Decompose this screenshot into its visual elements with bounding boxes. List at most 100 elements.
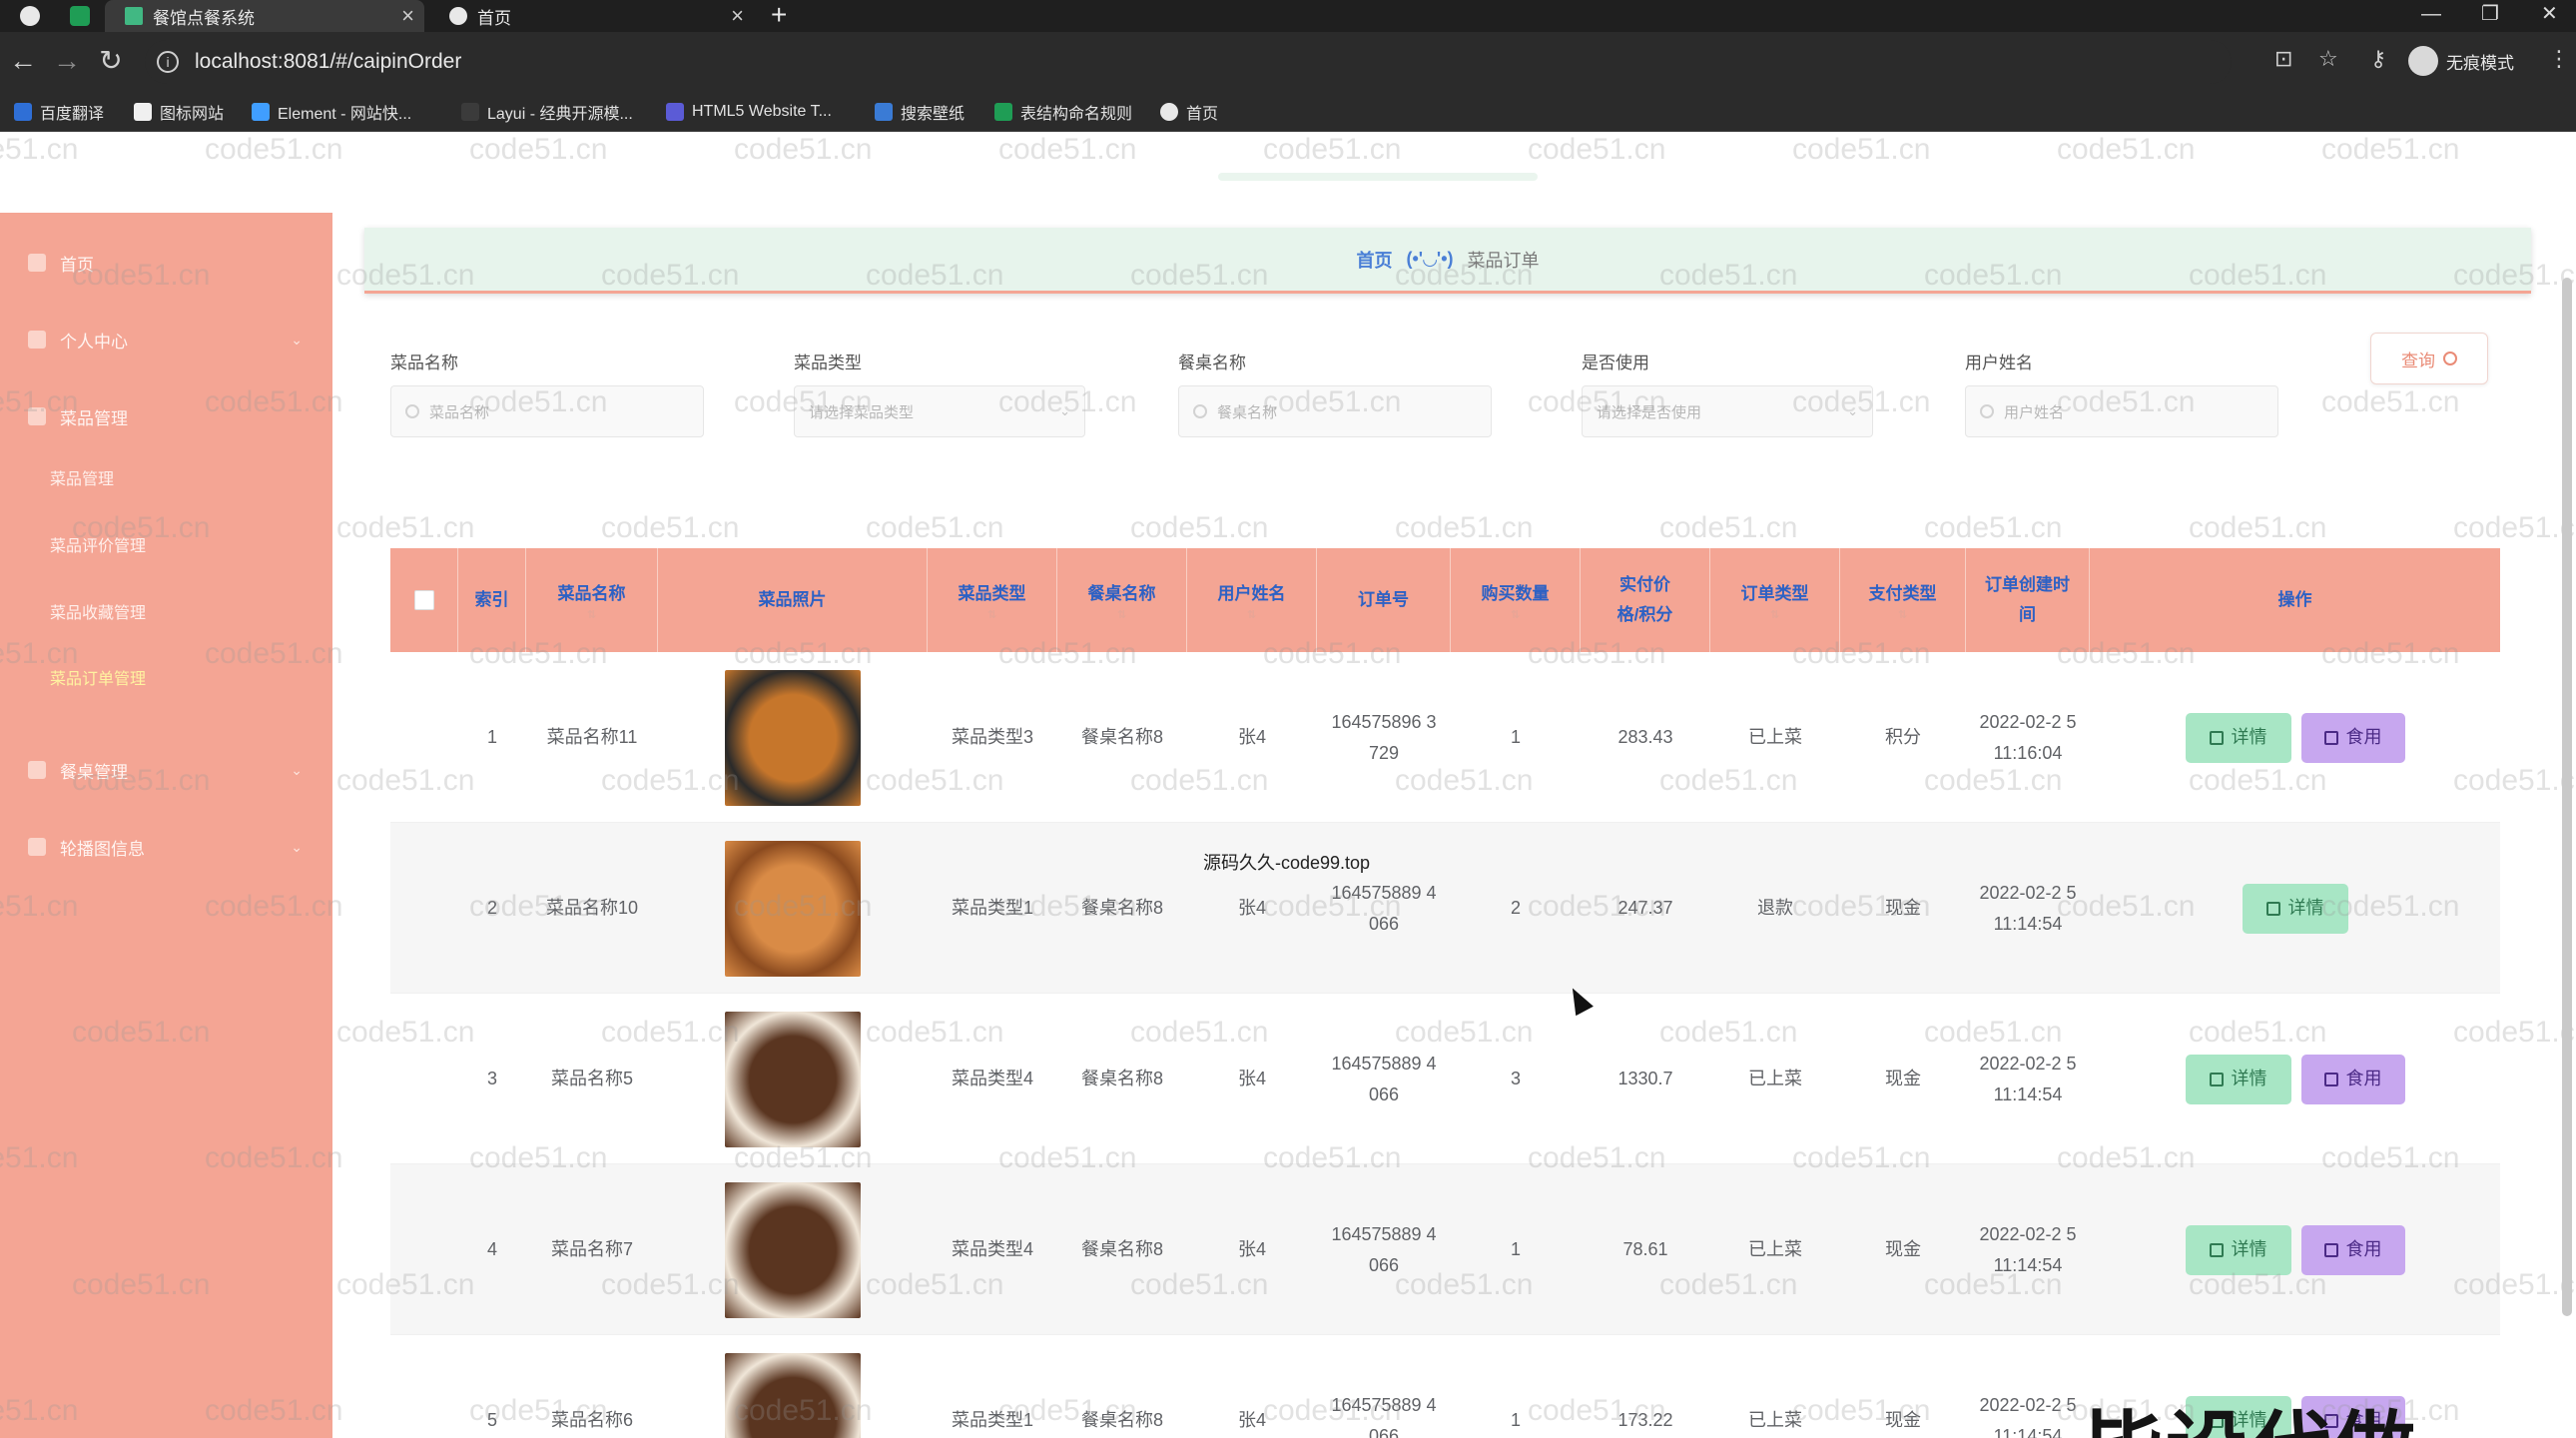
table-name-input[interactable]: 餐桌名称 [1178,385,1492,437]
back-icon[interactable]: ← [6,44,40,78]
dish-photo[interactable] [725,669,861,806]
restore-icon[interactable]: ❐ [2481,0,2499,32]
table-row[interactable]: 2 菜品名称10 菜品类型1 餐桌名称8 张4 164575889 4066 2 247.37… [390,823,2500,994]
dish-name-input[interactable]: 菜品名称 [390,385,704,437]
browser-icon[interactable] [20,6,40,26]
food-button[interactable]: 食用 [2300,712,2405,763]
table-row[interactable]: 1 菜品名称11 菜品类型3 餐桌名称8 张4 164575896 3729 1 283.43… [390,652,2500,823]
detail-button[interactable]: 详情 [2185,712,2291,763]
cell-text: 现金 [1885,1239,1921,1259]
column-header[interactable]: 菜品类型 ⇅ [928,548,1057,652]
translate-icon[interactable]: ⊡ [2274,46,2292,72]
column-header[interactable]: 支付类型 ⇅ [1840,548,1966,652]
sidebar-item-table-management[interactable]: 餐桌管理 ⌄ [0,740,332,800]
new-tab-button[interactable]: + [771,0,787,32]
overlay-text: 源码久久-code99.top [1203,853,1371,873]
bookmark-star-icon[interactable]: ☆ [2318,46,2338,72]
bookmark-item[interactable]: Element - 网站快... [252,92,411,132]
dish-photo[interactable] [725,1181,861,1318]
sidebar-subitem-dish[interactable]: 菜品管理 [50,465,114,489]
key-icon[interactable]: ⚷ [2370,46,2386,72]
detail-button[interactable]: 详情 [2242,883,2348,934]
detail-button[interactable]: 详情 [2185,1054,2291,1104]
sidebar-item-carousel[interactable]: 轮播图信息 ⌄ [0,817,332,877]
sort-icon[interactable]: ⇅ [1770,609,1779,621]
operations-cell: 详情 食用 [2090,994,2500,1164]
query-button[interactable]: 查询 [2370,333,2488,384]
column-header[interactable]: 用户姓名 ⇅ [1187,548,1317,652]
table-row[interactable]: 4 菜品名称7 菜品类型4 餐桌名称8 张4 164575889 4066 1 78.61 已上… [390,1164,2500,1335]
dish-photo[interactable] [725,1011,861,1147]
column-header[interactable]: 菜品名称 ⇅ [526,548,658,652]
sidebar-item-dish-management[interactable]: 菜品管理 [0,386,332,446]
reload-icon[interactable]: ↻ [94,44,128,78]
bookmark-item[interactable]: Layui - 经典开源模... [461,92,633,132]
sort-icon[interactable]: ⇅ [587,609,596,621]
url-field[interactable]: i localhost:8081/#/caipinOrder [145,40,2232,84]
detail-button[interactable]: 详情 [2185,1224,2291,1275]
filter-label-dish-name: 菜品名称 [390,354,458,372]
browser-tab[interactable]: 首页 × [439,0,754,32]
cell-text: 247.37 [1617,898,1673,918]
search-icon [1193,404,1207,418]
incognito-indicator[interactable]: 无痕模式 [2408,46,2514,76]
sidebar-subitem-dish-review[interactable]: 菜品评价管理 [50,532,146,556]
cell-text: 2022-02-2 5 11:14:54 [1979,1394,2077,1438]
sort-icon[interactable]: ⇅ [1117,609,1126,621]
scrollbar[interactable] [2562,278,2572,1316]
close-icon[interactable]: × [401,3,414,29]
cell-text: 2022-02-2 5 11:14:54 [1979,1053,2077,1104]
browser-tab-active[interactable]: 餐馆点餐系统 × [105,0,424,32]
column-header[interactable]: 菜品照片 [658,548,928,652]
cell-text: 菜品名称6 [550,1410,633,1430]
minimize-icon[interactable]: — [2421,0,2441,32]
sidebar-subitem-dish-favorite[interactable]: 菜品收藏管理 [50,599,146,623]
dish-photo[interactable] [725,840,861,977]
bookmark-item[interactable]: 搜索壁纸 [875,92,965,132]
sort-icon[interactable]: ⇅ [987,609,996,621]
sort-icon[interactable]: ⇅ [1247,609,1256,621]
column-header[interactable]: 订单类型 ⇅ [1710,548,1840,652]
app-page: 首页 个人中心 ⌄ 菜品管理 菜品管理 菜品评价管理 菜品收藏管理 菜品订单管理… [0,133,2576,1438]
user-name-input[interactable]: 用户姓名 [1965,385,2278,437]
column-header[interactable]: 订单号 [1317,548,1451,652]
column-header[interactable]: 订单创建时间 [1966,548,2090,652]
table-row[interactable]: 3 菜品名称5 菜品类型4 餐桌名称8 张4 164575889 4066 3 1330.7 已… [390,994,2500,1164]
column-header[interactable]: 餐桌名称 ⇅ [1057,548,1187,652]
cell-pay-type: 现金 [1840,1164,1966,1335]
forward-icon[interactable]: → [50,44,84,78]
sidebar-subitem-dish-order[interactable]: 菜品订单管理 [50,665,146,689]
extension-icon[interactable] [70,6,90,26]
column-header[interactable]: 购买数量 ⇅ [1451,548,1581,652]
bookmark-item[interactable]: 图标网站 [134,92,224,132]
column-header[interactable]: 索引 [458,548,526,652]
sidebar-item-profile[interactable]: 个人中心 ⌄ [0,310,332,369]
cell-text: 164575889 4066 [1331,882,1437,934]
cell-text: 现金 [1885,898,1921,918]
column-header[interactable]: 实付价格/积分 [1581,548,1710,652]
menu-dots-icon[interactable]: ⋮ [2548,46,2570,72]
cell-text: 3 [1510,1069,1521,1088]
cell-user: 张4 [1187,1164,1317,1335]
close-window-icon[interactable]: ✕ [2541,0,2558,32]
row-select-cell [390,994,458,1164]
sidebar-item-home[interactable]: 首页 [0,233,332,293]
bookmark-item[interactable]: 百度翻译 [14,92,104,132]
bookmark-item[interactable]: 表结构命名规则 [994,92,1132,132]
photo-cell [658,823,928,994]
used-select[interactable]: 请选择是否使用 ⌄ [1582,385,1873,437]
food-button[interactable]: 食用 [2300,1054,2405,1104]
breadcrumb-home[interactable]: 首页 [1357,247,1393,273]
bookmark-item[interactable]: HTML5 Website T... [666,92,832,132]
select-all-checkbox[interactable] [413,590,434,610]
bookmark-item[interactable]: 首页 [1160,92,1218,132]
cell-qty: 2 [1451,823,1581,994]
dish-type-select[interactable]: 请选择菜品类型 ⌄ [794,385,1085,437]
cell-type: 菜品类型4 [928,994,1057,1164]
food-button[interactable]: 食用 [2300,1224,2405,1275]
dish-photo[interactable] [725,1352,861,1438]
close-icon[interactable]: × [731,3,744,29]
sort-icon[interactable]: ⇅ [1511,609,1520,621]
sort-icon[interactable]: ⇅ [1898,609,1907,621]
info-icon[interactable]: i [157,51,179,73]
